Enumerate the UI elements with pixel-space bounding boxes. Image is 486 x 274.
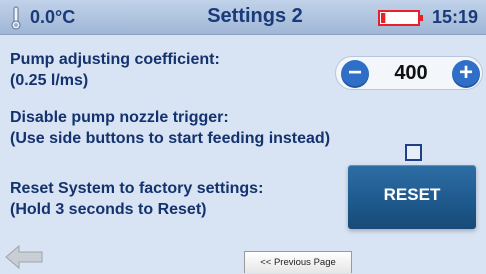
page-title: Settings 2: [207, 5, 303, 27]
reset-button[interactable]: RESET: [348, 165, 476, 229]
decrement-button[interactable]: −: [341, 60, 369, 88]
battery-fill: [381, 13, 386, 23]
status-bar: 0.0°C Settings 2 15:19: [0, 0, 486, 35]
increment-button[interactable]: +: [452, 60, 480, 88]
nozzle-trigger-hint: (Use side buttons to start feeding inste…: [10, 130, 331, 147]
back-arrow-icon[interactable]: [4, 244, 46, 270]
pump-coefficient-stepper[interactable]: − 400 +: [335, 56, 483, 90]
battery-icon: [378, 10, 423, 26]
reset-label: Reset System to factory settings: (Hold …: [10, 178, 263, 220]
disable-nozzle-trigger-checkbox[interactable]: [405, 144, 422, 161]
previous-page-button[interactable]: << Previous Page: [244, 251, 352, 273]
pump-coefficient-unit: (0.25 l/ms): [10, 72, 89, 89]
thermometer-icon: [11, 6, 21, 30]
temperature-readout: 0.0°C: [30, 7, 76, 27]
pump-coefficient-label: Pump adjusting coefficient: (0.25 l/ms): [10, 49, 220, 91]
pump-coefficient-value: 400: [394, 62, 428, 84]
clock-time: 15:19: [432, 7, 479, 27]
pump-coefficient-title: Pump adjusting coefficient:: [10, 51, 220, 68]
nozzle-trigger-title: Disable pump nozzle trigger:: [10, 109, 229, 126]
nozzle-trigger-label: Disable pump nozzle trigger: (Use side b…: [10, 107, 330, 149]
reset-title: Reset System to factory settings:: [10, 180, 264, 197]
reset-hint: (Hold 3 seconds to Reset): [10, 201, 207, 218]
